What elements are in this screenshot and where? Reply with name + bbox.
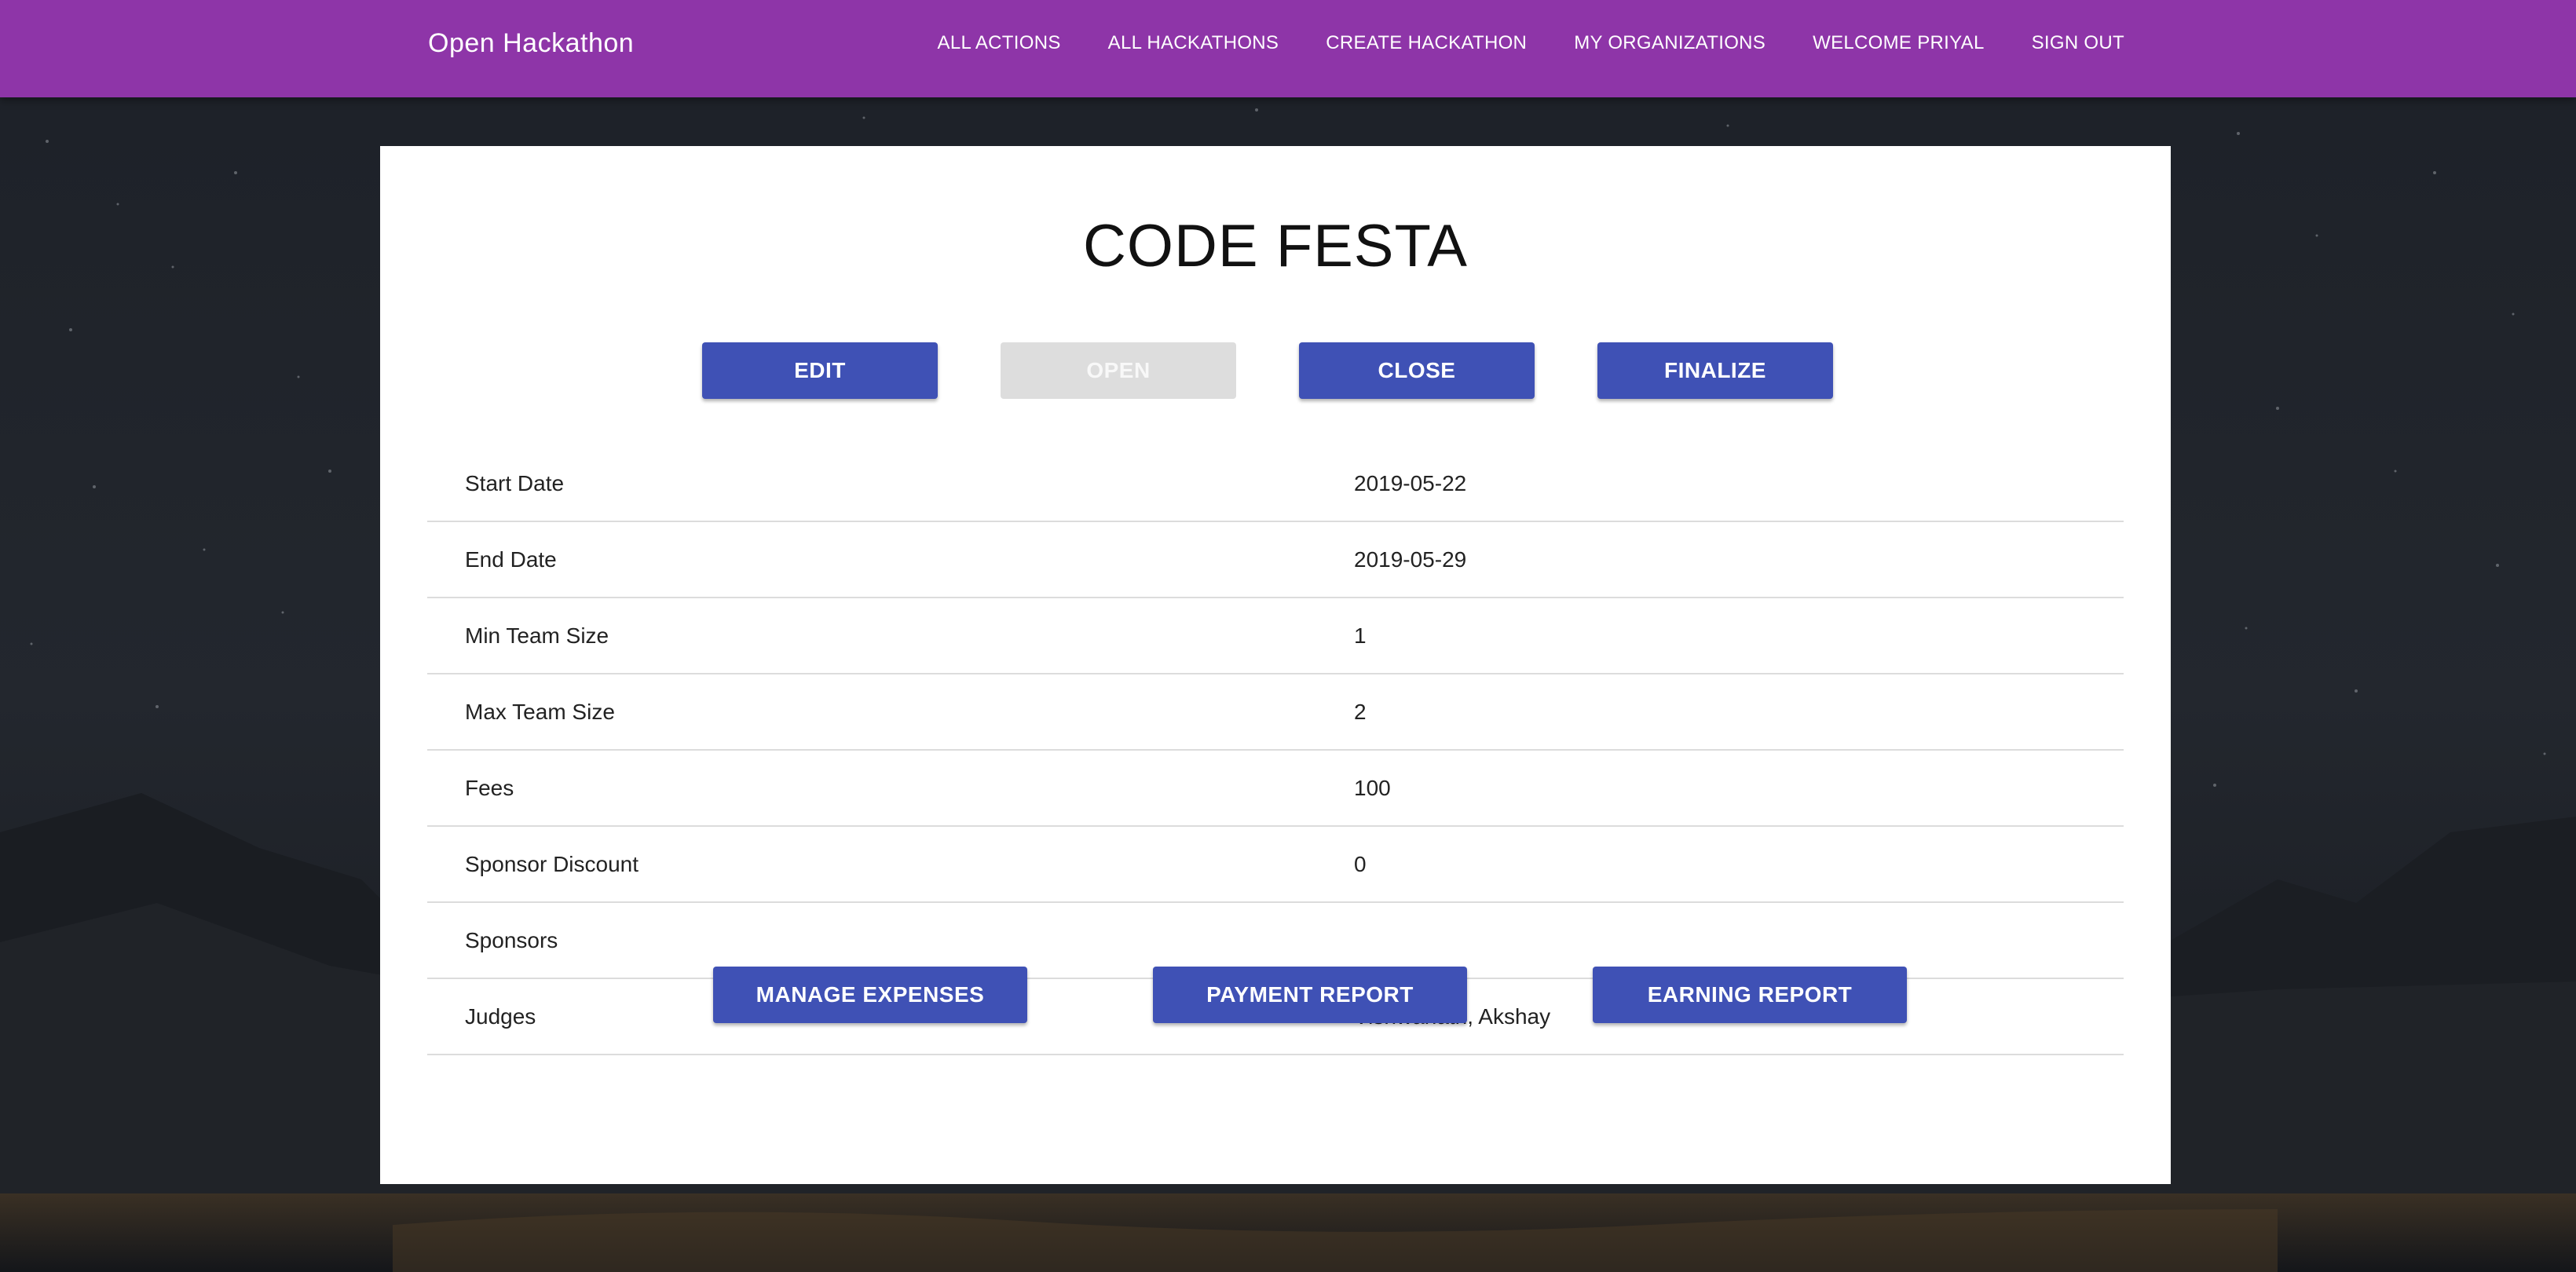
manage-expenses-button[interactable]: MANAGE EXPENSES xyxy=(713,967,1027,1023)
open-button[interactable]: OPEN xyxy=(1001,342,1236,399)
nav-create-hackathon[interactable]: CREATE HACKATHON xyxy=(1326,32,1527,54)
detail-label: End Date xyxy=(465,547,557,572)
earning-report-button[interactable]: EARNING REPORT xyxy=(1593,967,1907,1023)
detail-value: 100 xyxy=(1354,776,1391,800)
detail-value: 2 xyxy=(1354,700,1367,724)
detail-row-fees: Fees 100 xyxy=(427,751,2124,827)
detail-label: Fees xyxy=(465,776,514,800)
detail-label: Start Date xyxy=(465,471,565,495)
detail-row-end-date: End Date 2019-05-29 xyxy=(427,522,2124,598)
nav-all-actions[interactable]: ALL ACTIONS xyxy=(938,32,1061,54)
hackathon-title: CODE FESTA xyxy=(1083,213,1468,280)
finalize-button[interactable]: FINALIZE xyxy=(1597,342,1833,399)
detail-label: Max Team Size xyxy=(465,700,615,724)
detail-row-max-team-size: Max Team Size 2 xyxy=(427,674,2124,751)
nav-welcome-user[interactable]: WELCOME PRIYAL xyxy=(1813,32,1984,54)
top-navbar: Open Hackathon ALL ACTIONS ALL HACKATHON… xyxy=(0,0,2576,97)
detail-value: 2019-05-29 xyxy=(1354,547,1467,572)
detail-label: Sponsor Discount xyxy=(465,852,639,876)
edit-button[interactable]: EDIT xyxy=(702,342,938,399)
detail-row-sponsor-discount: Sponsor Discount 0 xyxy=(427,827,2124,903)
detail-label: Sponsors xyxy=(465,928,558,952)
close-button[interactable]: CLOSE xyxy=(1299,342,1535,399)
detail-value: 0 xyxy=(1354,852,1367,876)
payment-report-button[interactable]: PAYMENT REPORT xyxy=(1153,967,1467,1023)
hackathon-details-table: Start Date 2019-05-22 End Date 2019-05-2… xyxy=(427,446,2124,1055)
detail-row-start-date: Start Date 2019-05-22 xyxy=(427,446,2124,522)
nav-all-hackathons[interactable]: ALL HACKATHONS xyxy=(1108,32,1279,54)
detail-row-min-team-size: Min Team Size 1 xyxy=(427,598,2124,674)
brand-logo-text[interactable]: Open Hackathon xyxy=(428,0,634,86)
nav-sign-out[interactable]: SIGN OUT xyxy=(2032,32,2124,54)
detail-value: 2019-05-22 xyxy=(1354,471,1467,495)
nav-links: ALL ACTIONS ALL HACKATHONS CREATE HACKAT… xyxy=(938,0,2124,86)
hackathon-detail-card: CODE FESTA EDIT OPEN CLOSE FINALIZE Star… xyxy=(380,146,2171,1184)
detail-label: Judges xyxy=(465,1004,536,1029)
detail-value: 1 xyxy=(1354,623,1367,648)
detail-label: Min Team Size xyxy=(465,623,609,648)
nav-my-organizations[interactable]: MY ORGANIZATIONS xyxy=(1574,32,1766,54)
